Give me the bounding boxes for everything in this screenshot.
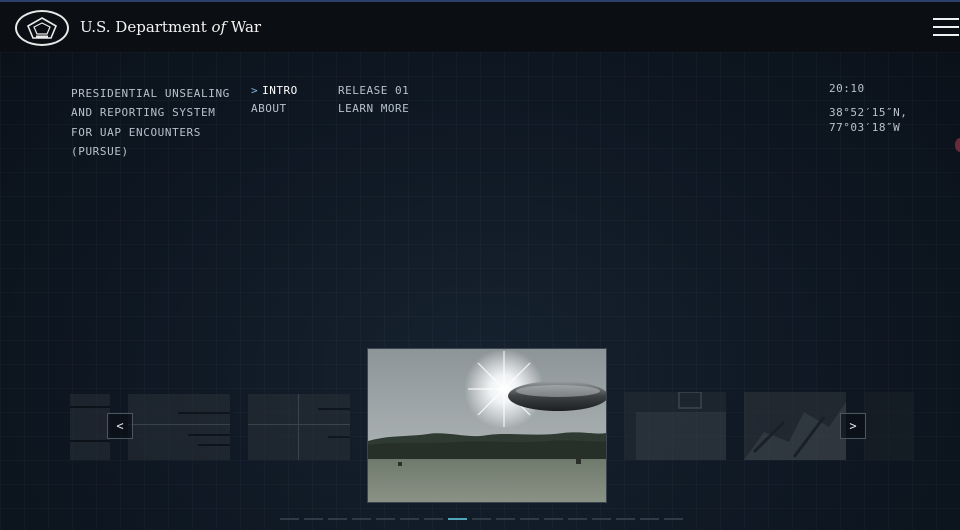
secondary-nav: RELEASE 01 LEARN MORE: [338, 82, 409, 118]
nav-about[interactable]: ABOUT: [251, 100, 298, 118]
brand-suffix: War: [226, 18, 262, 36]
system-title-line: (PURSUE): [71, 144, 129, 158]
system-title: PRESIDENTIAL UNSEALING AND REPORTING SYS…: [71, 84, 241, 161]
pager-dot[interactable]: [664, 518, 683, 520]
carousel-thumbnail[interactable]: [864, 392, 914, 460]
system-title-line: PRESIDENTIAL UNSEALING: [71, 87, 230, 100]
carousel-thumbnail[interactable]: [624, 392, 726, 460]
carousel-thumbnail[interactable]: [70, 394, 110, 460]
chevron-right-icon: >: [849, 419, 857, 433]
latitude: 38°52′15″N,: [829, 106, 908, 119]
coordinates: 38°52′15″N, 77°03′18″W: [829, 105, 907, 135]
pager-dot[interactable]: [520, 518, 539, 520]
pager-dot[interactable]: [376, 518, 395, 520]
brand-prefix: U.S. Department: [80, 18, 212, 36]
longitude: 77°03′18″W: [829, 121, 901, 134]
site-header: U.S. Department of War: [0, 0, 960, 52]
pager-dot[interactable]: [328, 518, 347, 520]
primary-nav: > INTRO ABOUT: [251, 82, 298, 118]
pager-dot[interactable]: [616, 518, 635, 520]
nav-intro-label: INTRO: [262, 84, 298, 97]
carousel-thumbnail[interactable]: [744, 392, 846, 460]
pager-dot[interactable]: [472, 518, 491, 520]
nav-release[interactable]: RELEASE 01: [338, 82, 409, 100]
carousel-thumbnail[interactable]: [128, 394, 230, 460]
pager-dot[interactable]: [496, 518, 515, 520]
hamburger-menu-icon[interactable]: [933, 18, 959, 38]
carousel-thumbnail[interactable]: [248, 394, 350, 460]
pager-dot[interactable]: [304, 518, 323, 520]
pager-dot[interactable]: [280, 518, 299, 520]
carousel-next-button[interactable]: >: [840, 413, 866, 439]
pager-dot[interactable]: [568, 518, 587, 520]
system-title-line: FOR UAP ENCOUNTERS: [71, 125, 202, 139]
brand-of: of: [211, 18, 227, 36]
edge-indicator: [955, 138, 960, 152]
pager-dot[interactable]: [592, 518, 611, 520]
nav-learn-more[interactable]: LEARN MORE: [338, 100, 409, 118]
active-marker: >: [251, 84, 259, 97]
pager-dot[interactable]: [448, 518, 467, 520]
carousel-prev-button[interactable]: <: [107, 413, 133, 439]
pager-dot[interactable]: [424, 518, 443, 520]
system-title-line: AND REPORTING SYSTEM: [71, 106, 216, 120]
clock-time: 20:10: [829, 82, 865, 95]
pager-dot[interactable]: [352, 518, 371, 520]
pentagon-seal-icon[interactable]: [15, 10, 69, 46]
featured-image[interactable]: [368, 349, 606, 502]
pager-dot[interactable]: [400, 518, 419, 520]
pager-dot[interactable]: [544, 518, 563, 520]
chevron-left-icon: <: [116, 419, 124, 433]
carousel-pager: [280, 518, 683, 520]
nav-intro[interactable]: > INTRO: [251, 82, 298, 100]
pager-dot[interactable]: [640, 518, 659, 520]
site-brand[interactable]: U.S. Department of War: [80, 18, 261, 36]
